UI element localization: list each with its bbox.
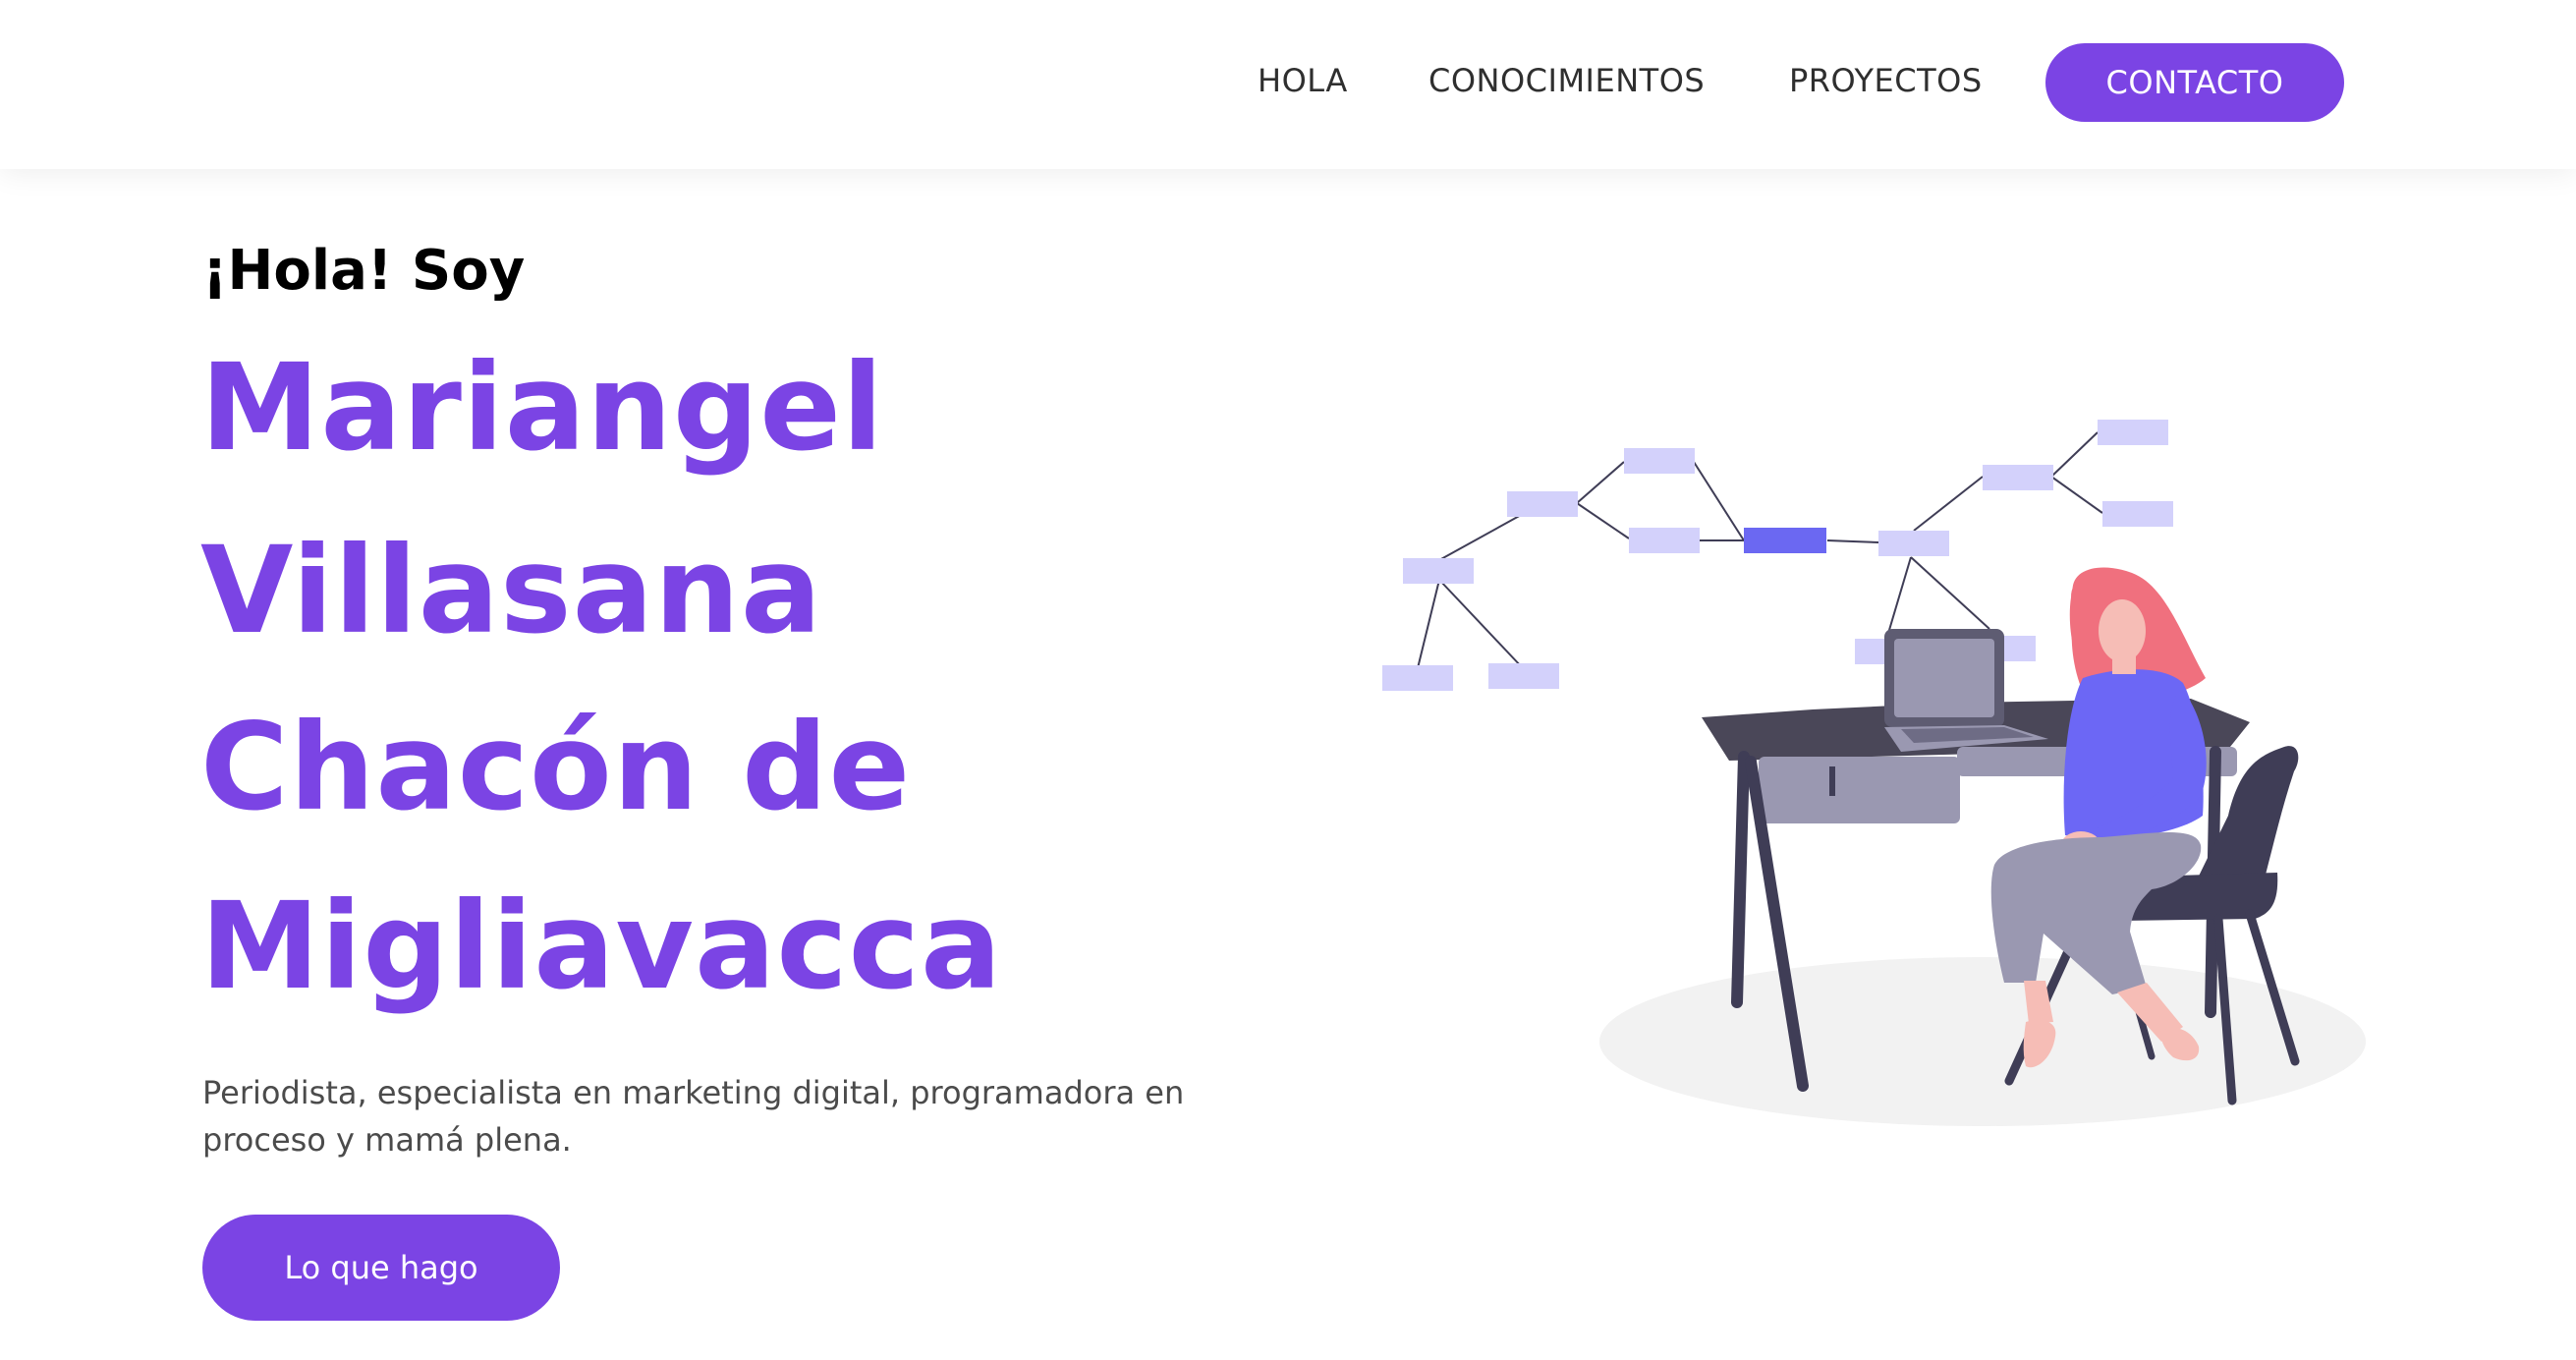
mindmap-node <box>1983 465 2053 490</box>
mindmap-node <box>1624 448 1695 474</box>
mindmap-node <box>2102 501 2173 527</box>
mindmap-node <box>1488 663 1559 689</box>
hero-greeting: ¡Hola! Soy <box>202 239 526 303</box>
nav-link-hola[interactable]: HOLA <box>1258 59 1348 102</box>
mindmap-node-active <box>1744 528 1826 553</box>
nav-link-proyectos[interactable]: PROYECTOS <box>1789 59 1983 102</box>
what-i-do-button[interactable]: Lo que hago <box>202 1215 560 1321</box>
hero-illustration <box>1382 420 2366 1126</box>
mindmap-node <box>2098 420 2168 445</box>
mindmap-nodes <box>1382 420 2173 691</box>
hero-description: Periodista, especialista en marketing di… <box>202 1074 1185 1159</box>
floor-shadow <box>1599 957 2366 1126</box>
hero-name-line: Chacón de <box>200 698 912 837</box>
navbar: HOLA CONOCIMIENTOS PROYECTOS CONTACTO <box>0 0 2576 169</box>
hero-name-line: Villasana <box>200 521 823 660</box>
mindmap-node <box>1878 531 1949 556</box>
mindmap-node <box>1403 558 1474 584</box>
nav-link-conocimientos[interactable]: CONOCIMIENTOS <box>1428 59 1705 102</box>
mindmap-node <box>1507 491 1578 517</box>
mindmap-node <box>1629 528 1700 553</box>
hero-name-line: Mariangel <box>200 338 884 478</box>
mindmap-node <box>1382 665 1453 691</box>
contact-button[interactable]: CONTACTO <box>2045 43 2344 122</box>
hero-name-line: Migliavacca <box>200 877 1003 1016</box>
